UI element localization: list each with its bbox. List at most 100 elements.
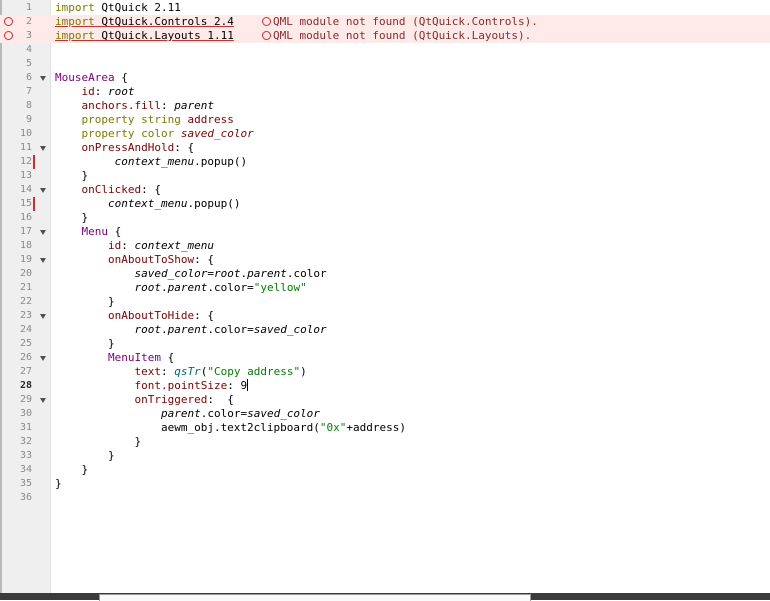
- code-text[interactable]: property color saved_color: [55, 127, 254, 141]
- code-line[interactable]: 8 anchors.fill: parent: [0, 99, 770, 113]
- code-line[interactable]: 26 MenuItem {: [0, 351, 770, 365]
- code-line[interactable]: 29 onTriggered: {: [0, 393, 770, 407]
- line-number: 31: [19, 422, 32, 433]
- code-line[interactable]: 13 }: [0, 169, 770, 183]
- code-text[interactable]: }: [55, 295, 115, 309]
- code-text[interactable]: }: [55, 435, 141, 449]
- code-text[interactable]: }: [55, 477, 62, 491]
- code-line[interactable]: 9 property string address: [0, 113, 770, 127]
- code-line[interactable]: 27 text: qsTr("Copy address"): [0, 365, 770, 379]
- code-line[interactable]: 15 context_menu.popup(): [0, 197, 770, 211]
- fold-arrow-icon[interactable]: [40, 230, 46, 235]
- code-line[interactable]: 4: [0, 43, 770, 57]
- code-text[interactable]: parent.color=saved_color: [55, 407, 320, 421]
- code-editor[interactable]: 1 import QtQuick 2.11 2 import QtQuick.Cont…: [0, 0, 770, 593]
- code-line[interactable]: 7 id: root: [0, 85, 770, 99]
- code-text[interactable]: onPressAndHold: {: [55, 141, 195, 155]
- fold-arrow-icon[interactable]: [40, 76, 46, 81]
- code-line[interactable]: 3 import QtQuick.Layouts 1.11 QML module n…: [0, 29, 770, 43]
- line-number: 5: [25, 58, 32, 69]
- code-text[interactable]: Menu {: [55, 225, 122, 239]
- code-text[interactable]: root.parent.color="yellow": [55, 281, 306, 295]
- code-line[interactable]: 36: [0, 491, 770, 505]
- fold-arrow-icon[interactable]: [40, 146, 46, 151]
- line-number: 18: [19, 240, 32, 251]
- line-number: 22: [19, 296, 32, 307]
- code-text[interactable]: aewm_obj.text2clipboard("0x"+address): [55, 421, 406, 435]
- fold-arrow-icon[interactable]: [40, 258, 46, 263]
- code-line[interactable]: 21 root.parent.color="yellow": [0, 281, 770, 295]
- code-line[interactable]: 18 id: context_menu: [0, 239, 770, 253]
- fold-arrow-icon[interactable]: [40, 398, 46, 403]
- warning-text: QML module not found (QtQuick.Layouts).: [273, 29, 532, 42]
- change-marker: [33, 197, 35, 211]
- code-line[interactable]: 19 onAboutToShow: {: [0, 253, 770, 267]
- code-text[interactable]: MenuItem {: [55, 351, 174, 365]
- code-line[interactable]: 32 }: [0, 435, 770, 449]
- code-line[interactable]: 14 onClicked: {: [0, 183, 770, 197]
- line-number: 11: [19, 142, 32, 153]
- code-text[interactable]: root.parent.color=saved_color: [55, 323, 326, 337]
- code-line[interactable]: 23 onAboutToHide: {: [0, 309, 770, 323]
- code-text[interactable]: font.pointSize: 9: [55, 379, 249, 393]
- code-text[interactable]: onTriggered: {: [55, 393, 233, 407]
- code-text[interactable]: }: [55, 337, 115, 351]
- code-text[interactable]: import QtQuick.Layouts 1.11: [55, 29, 234, 43]
- code-text[interactable]: onAboutToHide: {: [55, 309, 214, 323]
- code-line[interactable]: 25 }: [0, 337, 770, 351]
- code-line[interactable]: 22 }: [0, 295, 770, 309]
- code-line[interactable]: 35}: [0, 477, 770, 491]
- code-text[interactable]: anchors.fill: parent: [55, 99, 214, 113]
- line-number: 2: [25, 16, 32, 27]
- line-number: 19: [19, 254, 32, 265]
- line-number: 14: [19, 184, 32, 195]
- code-line[interactable]: 17 Menu {: [0, 225, 770, 239]
- code-text[interactable]: context_menu.popup(): [55, 155, 247, 169]
- code-text[interactable]: id: root: [55, 85, 135, 99]
- line-number: 33: [19, 450, 32, 461]
- line-number: 8: [25, 100, 32, 111]
- code-line[interactable]: 34 }: [0, 463, 770, 477]
- code-text[interactable]: context_menu.popup(): [55, 197, 240, 211]
- line-number: 34: [19, 464, 32, 475]
- code-line[interactable]: 11 onPressAndHold: {: [0, 141, 770, 155]
- code-line[interactable]: 1 import QtQuick 2.11: [0, 1, 770, 15]
- code-line[interactable]: 30 parent.color=saved_color: [0, 407, 770, 421]
- code-line[interactable]: 5: [0, 57, 770, 71]
- line-number: 21: [19, 282, 32, 293]
- code-line[interactable]: 20 saved_color=root.parent.color: [0, 267, 770, 281]
- code-text[interactable]: }: [55, 169, 88, 183]
- code-text[interactable]: id: context_menu: [55, 239, 214, 253]
- code-text[interactable]: import QtQuick.Controls 2.4: [55, 15, 234, 29]
- line-number: 32: [19, 436, 32, 447]
- line-number: 7: [25, 86, 32, 97]
- code-line[interactable]: 6 MouseArea {: [0, 71, 770, 85]
- code-line[interactable]: 31 aewm_obj.text2clipboard("0x"+address): [0, 421, 770, 435]
- code-line[interactable]: 10 property color saved_color: [0, 127, 770, 141]
- line-number: 17: [19, 226, 32, 237]
- code-text[interactable]: }: [55, 449, 115, 463]
- line-number: 1: [25, 2, 32, 13]
- code-line[interactable]: 2 import QtQuick.Controls 2.4 QML module n…: [0, 15, 770, 29]
- fold-arrow-icon[interactable]: [40, 188, 46, 193]
- code-line[interactable]: 33 }: [0, 449, 770, 463]
- code-line[interactable]: 24 root.parent.color=saved_color: [0, 323, 770, 337]
- line-number: 24: [19, 324, 32, 335]
- line-number: 13: [19, 170, 32, 181]
- line-number: 28: [19, 380, 32, 391]
- code-text[interactable]: onClicked: {: [55, 183, 161, 197]
- code-line[interactable]: 16 }: [0, 211, 770, 225]
- code-text[interactable]: }: [55, 211, 88, 225]
- code-text[interactable]: MouseArea {: [55, 71, 128, 85]
- code-text[interactable]: text: qsTr("Copy address"): [55, 365, 306, 379]
- code-text[interactable]: }: [55, 463, 88, 477]
- line-number: 15: [19, 198, 32, 209]
- code-text[interactable]: property string address: [55, 113, 234, 127]
- code-line[interactable]: 12 context_menu.popup(): [0, 155, 770, 169]
- code-text[interactable]: saved_color=root.parent.color: [55, 267, 326, 281]
- code-text[interactable]: import QtQuick 2.11: [55, 1, 181, 15]
- fold-arrow-icon[interactable]: [40, 314, 46, 319]
- code-line[interactable]: 28 font.pointSize: 9: [0, 379, 770, 393]
- fold-arrow-icon[interactable]: [40, 356, 46, 361]
- code-text[interactable]: onAboutToShow: {: [55, 253, 214, 267]
